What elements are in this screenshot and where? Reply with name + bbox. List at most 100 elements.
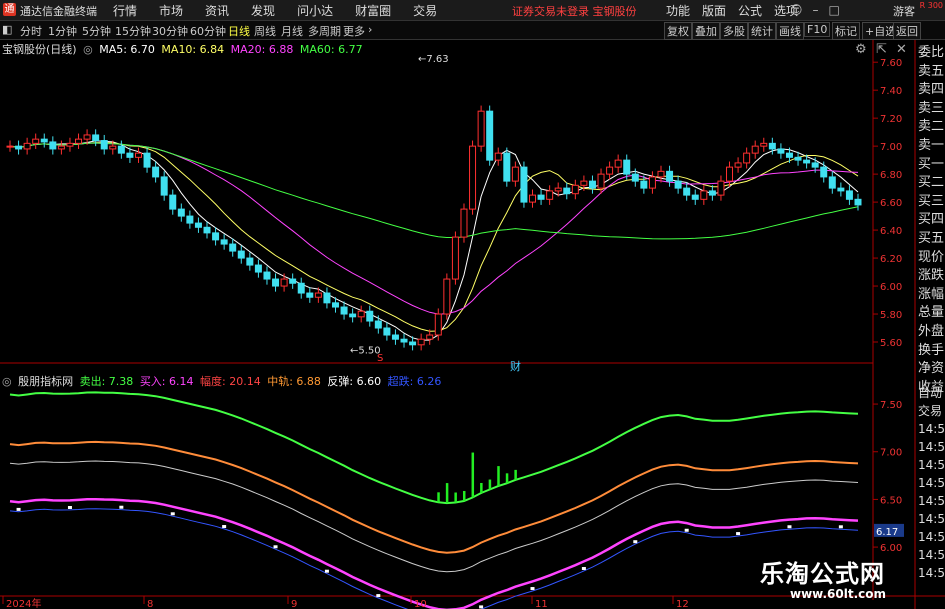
candle-body	[666, 170, 674, 182]
candle-body	[811, 162, 819, 168]
candle-body	[117, 145, 125, 154]
candle-body	[511, 166, 519, 182]
candle-body	[212, 232, 220, 241]
signal-dot	[376, 594, 381, 598]
signal-dot	[222, 525, 227, 529]
candle-body	[717, 180, 725, 196]
sell-spike	[437, 492, 440, 503]
signal-dot	[16, 507, 21, 511]
candle-body	[152, 166, 160, 178]
signal-dot	[273, 545, 278, 549]
candle-body	[494, 152, 502, 161]
candle-body	[648, 176, 656, 189]
candle-body	[49, 141, 57, 150]
sell-spike	[488, 479, 492, 490]
candle-body	[349, 313, 357, 318]
trade-item-1[interactable]: 交易	[918, 402, 945, 420]
candle-body	[486, 110, 494, 161]
candle-body	[537, 194, 545, 200]
candle-body	[828, 176, 836, 189]
candle-body	[314, 292, 322, 298]
side-item-5: 卖一	[918, 137, 945, 153]
price-tick-label: 7.20	[880, 114, 902, 125]
candle-body	[169, 194, 177, 210]
signal-dot	[787, 525, 792, 529]
candle-body	[6, 145, 14, 148]
candle-body	[194, 222, 202, 228]
candle-body	[469, 145, 477, 210]
candle-body	[280, 278, 288, 287]
candle-body	[657, 170, 665, 178]
side-item-10: 买五	[918, 230, 945, 246]
trade-item-0[interactable]: 自动	[918, 384, 945, 402]
sell-spike	[480, 482, 483, 493]
candle-body	[177, 208, 185, 217]
candle-body	[674, 180, 682, 189]
band-line-0	[9, 391, 859, 505]
high-price-label: ←7.63	[418, 54, 449, 65]
candle-body	[683, 187, 691, 196]
candle-body	[220, 239, 228, 245]
signal-dot	[479, 605, 484, 609]
middle-label: 中轨: 6.88	[267, 375, 321, 388]
band-line-2	[9, 460, 859, 573]
signal-dot	[838, 525, 843, 529]
candle-body	[323, 292, 331, 304]
side-item-17: 净资	[918, 361, 945, 377]
sell-spike	[505, 473, 509, 484]
sell-spike	[462, 490, 466, 501]
indicator-settings-icon[interactable]: ◎	[2, 375, 12, 388]
indicator-legend: ◎ 殷朋指标网 卖出: 7.38 买入: 6.14 幅度: 20.14 中轨: …	[2, 373, 444, 389]
candle-body	[331, 302, 339, 308]
sell-spike	[454, 492, 457, 503]
candle-body	[837, 187, 845, 192]
ind-tick-label: 7.50	[880, 400, 902, 411]
candle-body	[726, 166, 734, 182]
candle-body	[297, 282, 305, 294]
candle-body	[263, 271, 271, 280]
quote-side-panel: 委比 卖五 卖四 卖三 卖二 卖一 买一 买二 买三 买四 买五 现价 涨跌 涨幅 总量 外盘 换手 净资 收益	[918, 44, 945, 397]
candle-body	[126, 152, 134, 158]
sell-spike	[514, 469, 517, 480]
candle-body	[203, 226, 211, 234]
date-label: 2024年	[6, 597, 41, 609]
candle-body	[777, 148, 785, 154]
price-tick-label: 5.60	[880, 338, 902, 349]
candle-body	[366, 310, 374, 322]
kline-chart[interactable]: 7.60 7.40 7.20 7.00 6.80 6.60 6.40 6.20 6.00 5.80…	[0, 0, 945, 609]
price-tick-label: 6.80	[880, 170, 902, 181]
side-item-1: 卖五	[918, 63, 945, 79]
price-tick-label: 6.20	[880, 254, 902, 265]
candle-body	[109, 145, 117, 150]
trade-item-9: 14:56	[918, 548, 945, 562]
date-label: 8	[147, 599, 153, 609]
side-item-15: 外盘	[918, 323, 945, 339]
date-label: 12	[676, 599, 689, 609]
candle-body	[443, 278, 451, 315]
signal-dot	[119, 505, 124, 509]
trade-item-6: 14:56	[918, 494, 945, 508]
candle-body	[374, 320, 382, 329]
trade-item-3: 14:56	[918, 440, 945, 454]
candle-body	[229, 243, 237, 252]
candle-body	[237, 250, 245, 259]
candle-body	[820, 166, 828, 178]
candle-body	[92, 134, 100, 142]
sell-spike	[445, 483, 449, 504]
candle-body	[734, 162, 742, 168]
date-label: 10	[414, 599, 427, 609]
candle-body	[83, 134, 91, 140]
candle-body	[845, 190, 853, 200]
trade-item-8: 14:56	[918, 530, 945, 544]
trade-item-7: 14:56	[918, 512, 945, 526]
candle-body	[246, 257, 254, 266]
signal-dot	[684, 528, 689, 532]
price-tick-label: 6.60	[880, 198, 902, 209]
trade-item-5: 14:56	[918, 476, 945, 490]
watermark-text: 乐淘公式网	[760, 560, 885, 588]
candle-body	[768, 142, 776, 150]
candle-body	[640, 180, 648, 189]
indicator-name: 殷朋指标网	[18, 375, 74, 388]
candle-body	[340, 306, 348, 315]
side-item-16: 换手	[918, 342, 945, 358]
